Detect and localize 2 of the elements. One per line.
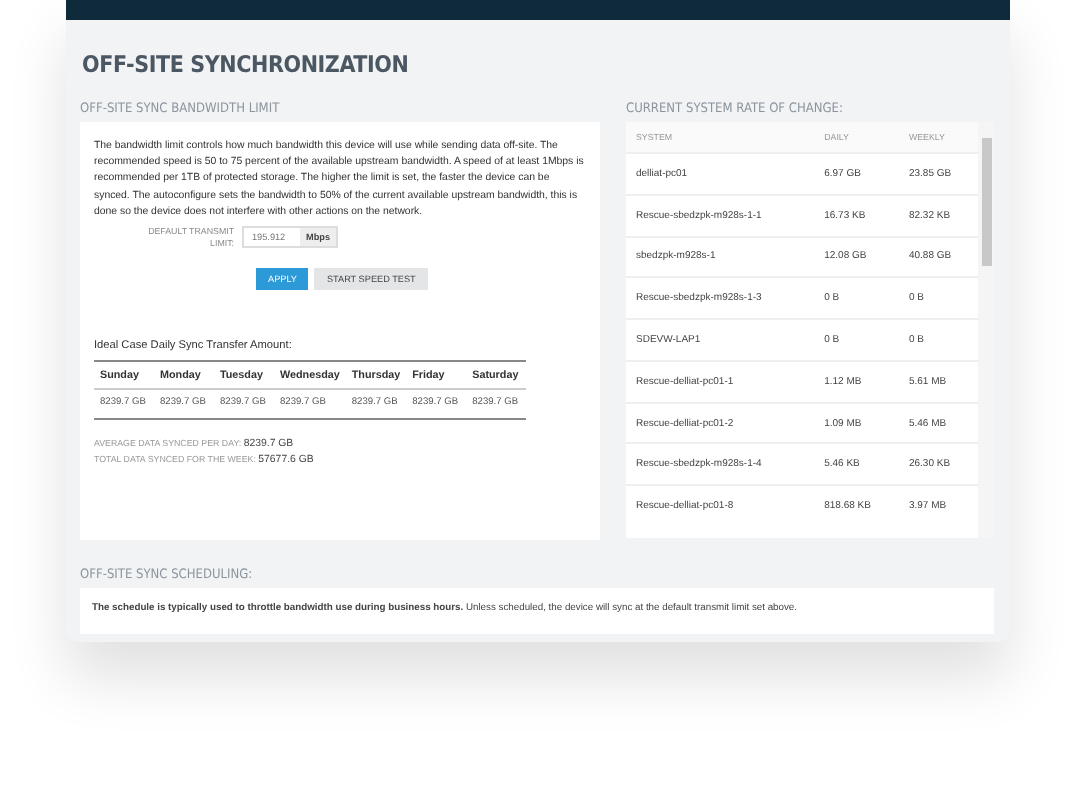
scrollbar[interactable] xyxy=(978,122,994,538)
page-title: OFF-SITE SYNCHRONIZATION xyxy=(80,48,411,82)
